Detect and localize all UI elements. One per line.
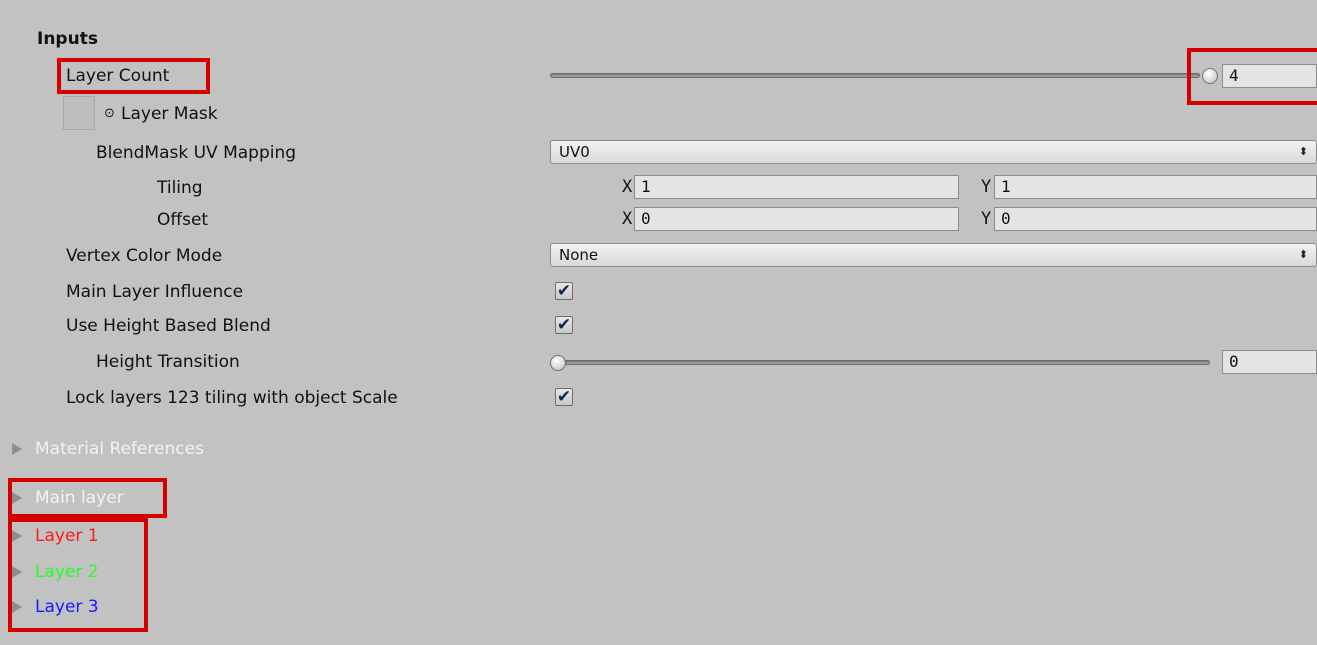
layer-mask-picker-icon[interactable]: ⊙ <box>104 104 115 124</box>
layer-mask-label: Layer Mask <box>121 104 218 124</box>
offset-y-field[interactable]: 0 <box>994 207 1317 231</box>
tiling-x-field[interactable]: 1 <box>634 175 959 199</box>
height-transition-label: Height Transition <box>96 352 240 372</box>
dropdown-arrows-icon: ⬍ <box>1298 145 1308 158</box>
offset-label: Offset <box>157 210 209 230</box>
tiling-y-axis-label: Y <box>981 177 992 197</box>
offset-x-axis-label: X <box>622 209 633 229</box>
layer-count-label-highlight <box>57 58 210 94</box>
material-references-foldout[interactable]: Material References <box>35 439 204 459</box>
inputs-section-title: Inputs <box>37 29 98 49</box>
vertex-color-mode-value: None <box>559 246 599 264</box>
height-transition-slider-track[interactable] <box>558 360 1210 365</box>
lock-layers-checkbox[interactable]: ✔ <box>555 388 573 406</box>
tiling-label: Tiling <box>157 178 203 198</box>
blendmask-uv-mapping-dropdown[interactable]: UV0 ⬍ <box>550 140 1317 164</box>
layers-highlight <box>8 518 148 632</box>
main-layer-influence-checkbox[interactable]: ✔ <box>555 282 573 300</box>
layer-count-value-highlight <box>1187 48 1317 105</box>
height-transition-slider-thumb[interactable] <box>550 355 566 371</box>
main-layer-influence-label: Main Layer Influence <box>66 282 244 302</box>
tiling-y-field[interactable]: 1 <box>994 175 1317 199</box>
material-references-fold-icon[interactable] <box>12 443 22 455</box>
vertex-color-mode-dropdown[interactable]: None ⬍ <box>550 243 1317 267</box>
main-layer-highlight <box>8 478 167 518</box>
use-height-based-blend-checkbox[interactable]: ✔ <box>555 316 573 334</box>
blendmask-uv-mapping-label: BlendMask UV Mapping <box>96 143 297 163</box>
vertex-color-mode-label: Vertex Color Mode <box>66 246 223 266</box>
layer-mask-texture-slot[interactable] <box>63 96 95 130</box>
layer-count-slider-track[interactable] <box>550 73 1200 78</box>
lock-layers-label: Lock layers 123 tiling with object Scale <box>66 388 398 408</box>
offset-x-field[interactable]: 0 <box>634 207 959 231</box>
dropdown-arrows-icon: ⬍ <box>1298 248 1308 261</box>
blendmask-uv-mapping-value: UV0 <box>559 143 590 161</box>
offset-y-axis-label: Y <box>981 209 992 229</box>
tiling-x-axis-label: X <box>622 177 633 197</box>
height-transition-field[interactable]: 0 <box>1222 350 1317 374</box>
use-height-based-blend-label: Use Height Based Blend <box>66 316 271 336</box>
